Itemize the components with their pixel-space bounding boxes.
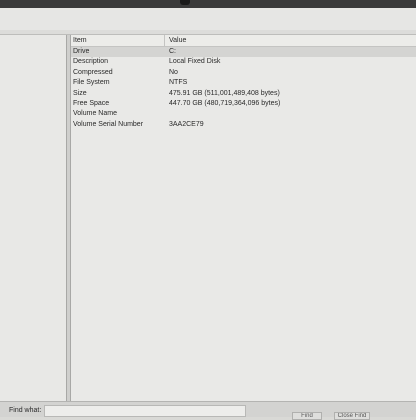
find-what-input[interactable] <box>44 405 246 417</box>
row-value: C: <box>169 48 176 55</box>
row-item: Drive <box>73 48 90 55</box>
row-item: Description <box>73 58 109 66</box>
row-value: NTFS <box>169 79 188 87</box>
column-header-value[interactable]: Value <box>169 36 186 45</box>
row-value: 475.91 GB (511,001,489,408 bytes) <box>169 89 280 97</box>
row-item: Volume Name <box>73 110 117 118</box>
row-value: 3AA2CE79 <box>169 120 204 128</box>
details-list-pane: Item Value Drive C: Description Local Fi… <box>71 35 416 401</box>
row-value: No <box>169 68 178 76</box>
list-header: Item Value <box>71 35 416 47</box>
category-tree-pane[interactable] <box>0 35 67 401</box>
find-button[interactable]: Find <box>292 412 322 420</box>
list-row-volume-name[interactable]: Volume Name <box>71 109 416 119</box>
find-what-label: Find what: <box>9 407 42 414</box>
list-row-drive[interactable]: Drive C: <box>71 47 416 58</box>
row-item: File System <box>73 79 110 87</box>
find-bar: Find what: Find Close Find <box>0 401 416 420</box>
close-find-button[interactable]: Close Find <box>334 412 370 420</box>
list-row-volume-serial-number[interactable]: Volume Serial Number 3AA2CE79 <box>71 120 416 130</box>
list-row-free-space[interactable]: Free Space 447.70 GB (480,719,364,096 by… <box>71 99 416 109</box>
list-row-file-system[interactable]: File System NTFS <box>71 78 416 88</box>
row-item: Free Space <box>73 99 110 107</box>
row-item: Size <box>73 89 87 97</box>
list-row-size[interactable]: Size 475.91 GB (511,001,489,408 bytes) <box>71 89 416 99</box>
webcam-notch <box>180 0 190 5</box>
title-bar <box>0 8 416 30</box>
list-row-compressed[interactable]: Compressed No <box>71 68 416 78</box>
column-divider[interactable] <box>164 35 165 46</box>
row-item: Volume Serial Number <box>73 120 144 128</box>
row-value: Local Fixed Disk <box>169 58 221 66</box>
row-item: Compressed <box>73 68 113 76</box>
list-rows: Drive C: Description Local Fixed Disk Co… <box>71 47 416 130</box>
screen-bezel <box>0 0 416 8</box>
row-value: 447.70 GB (480,719,364,096 bytes) <box>169 99 281 107</box>
column-header-item[interactable]: Item <box>73 36 87 45</box>
list-row-description[interactable]: Description Local Fixed Disk <box>71 57 416 67</box>
